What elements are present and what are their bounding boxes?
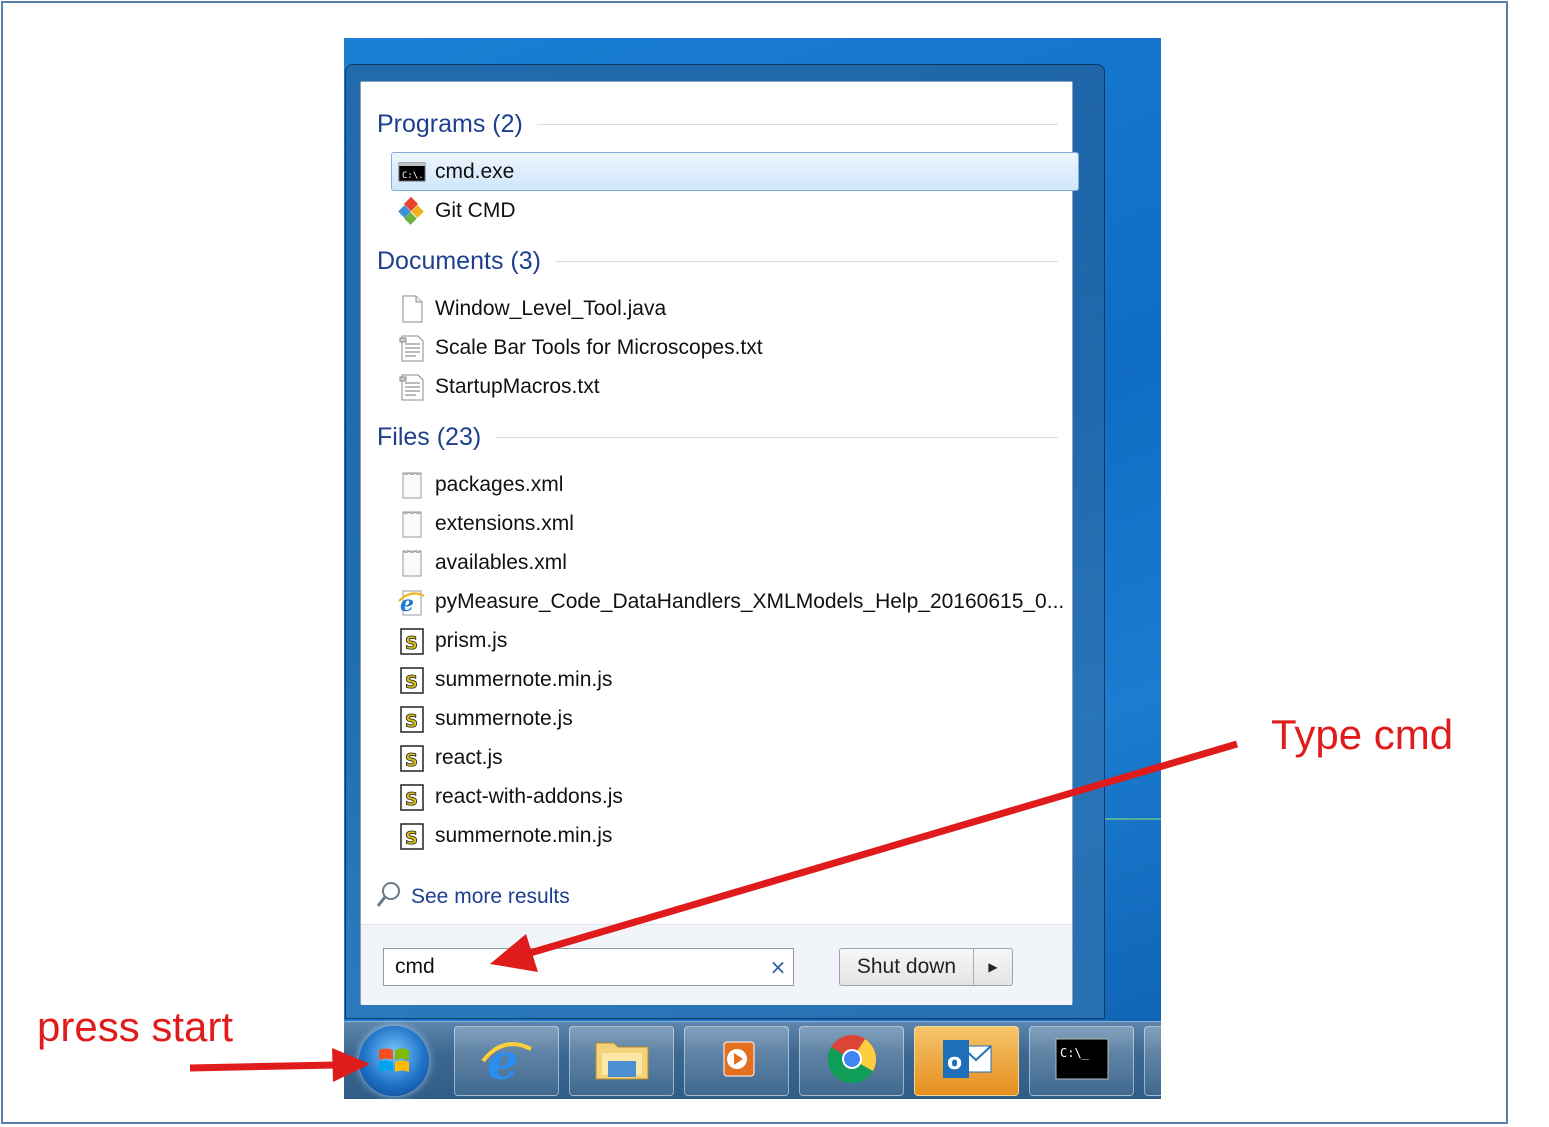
result-label: packages.xml	[435, 472, 564, 496]
result-label: prism.js	[435, 628, 508, 652]
section-programs: Programs (2)	[377, 109, 1074, 139]
result-label: summernote.min.js	[435, 823, 613, 847]
wallpaper-highlight	[1104, 818, 1161, 820]
search-value[interactable]: cmd	[395, 955, 763, 979]
file-explorer-icon	[592, 1033, 652, 1089]
search-icon	[375, 880, 403, 914]
result-item-file[interactable]: S react-with-addons.js	[392, 778, 1079, 815]
see-more-results-link[interactable]: See more results	[375, 880, 570, 914]
result-item-file[interactable]: S summernote.min.js	[392, 661, 1079, 698]
result-item-file[interactable]: packages.xml	[392, 466, 1079, 503]
svg-text:S: S	[405, 789, 418, 810]
result-item-file[interactable]: e pyMeasure_Code_DataHandlers_XMLModels_…	[392, 583, 1079, 620]
svg-text:C:\_: C:\_	[1060, 1046, 1090, 1060]
section-title: Files (23)	[377, 422, 482, 451]
svg-text:C:\.: C:\.	[402, 171, 424, 181]
script-file-icon: S	[397, 782, 427, 812]
section-documents: Documents (3)	[377, 246, 1074, 276]
result-label: Git CMD	[435, 198, 516, 222]
internet-explorer-icon: e	[397, 587, 427, 617]
result-item-document[interactable]: Scale Bar Tools for Microscopes.txt	[392, 329, 1079, 366]
svg-text:e: e	[487, 1032, 519, 1087]
annotation-press-start: press start	[37, 1003, 234, 1050]
svg-text:o: o	[947, 1050, 962, 1075]
result-label: pyMeasure_Code_DataHandlers_XMLModels_He…	[435, 589, 1065, 613]
section-files: Files (23)	[377, 422, 1074, 452]
taskbar-chrome[interactable]	[799, 1026, 904, 1096]
search-input[interactable]: cmd ×	[383, 948, 794, 986]
taskbar-internet-explorer[interactable]: e	[454, 1026, 559, 1096]
shutdown-button-group: Shut down ▶	[839, 948, 1013, 986]
clear-search-icon[interactable]: ×	[763, 955, 793, 979]
section-divider	[495, 436, 1058, 438]
script-file-icon: S	[397, 704, 427, 734]
command-prompt-icon: C:\_	[1054, 1037, 1110, 1085]
text-file-icon	[397, 372, 427, 402]
taskbar-outlook[interactable]: o	[914, 1026, 1019, 1096]
document-icon	[397, 294, 427, 324]
xml-file-icon	[397, 548, 427, 578]
result-item-cmd[interactable]: C:\. cmd.exe	[391, 152, 1079, 191]
result-label: summernote.js	[435, 706, 573, 730]
taskbar-command-prompt[interactable]: C:\_	[1029, 1026, 1134, 1096]
result-item-git-cmd[interactable]: Git CMD	[392, 192, 1079, 229]
result-label: react.js	[435, 745, 503, 769]
cmd-icon: C:\.	[397, 157, 427, 187]
media-player-icon	[712, 1034, 762, 1088]
text-file-icon	[397, 333, 427, 363]
result-item-file[interactable]: S summernote.js	[392, 700, 1079, 737]
script-file-icon: S	[397, 626, 427, 656]
svg-text:S: S	[405, 633, 418, 654]
taskbar-media-player[interactable]	[684, 1026, 789, 1096]
result-item-file[interactable]: S react.js	[392, 739, 1079, 776]
start-orb-icon[interactable]	[359, 1026, 429, 1096]
svg-text:S: S	[405, 828, 418, 849]
result-label: extensions.xml	[435, 511, 574, 535]
result-item-document[interactable]: Window_Level_Tool.java	[392, 290, 1079, 327]
svg-text:S: S	[405, 672, 418, 693]
taskbar-file-explorer[interactable]	[569, 1026, 674, 1096]
section-title: Documents (3)	[377, 246, 541, 275]
result-item-file[interactable]: extensions.xml	[392, 505, 1079, 542]
result-item-file[interactable]: S prism.js	[392, 622, 1079, 659]
result-item-file[interactable]: availables.xml	[392, 544, 1079, 581]
result-label: summernote.min.js	[435, 667, 613, 691]
script-file-icon: S	[397, 821, 427, 851]
taskbar-overflow-edge	[1144, 1026, 1161, 1096]
section-divider	[554, 260, 1058, 262]
shutdown-options-arrow-icon[interactable]: ▶	[974, 949, 1012, 985]
xml-file-icon	[397, 509, 427, 539]
result-label: react-with-addons.js	[435, 784, 623, 808]
xml-file-icon	[397, 470, 427, 500]
section-title: Programs (2)	[377, 109, 523, 138]
section-divider	[536, 123, 1058, 125]
chrome-icon	[825, 1032, 879, 1090]
script-file-icon: S	[397, 743, 427, 773]
result-label: Scale Bar Tools for Microscopes.txt	[435, 335, 763, 359]
annotation-type-cmd: Type cmd	[1271, 711, 1454, 758]
result-label: availables.xml	[435, 550, 567, 574]
result-label: Window_Level_Tool.java	[435, 296, 667, 320]
script-file-icon: S	[397, 665, 427, 695]
result-item-file[interactable]: S summernote.min.js	[392, 817, 1079, 854]
internet-explorer-icon: e	[479, 1031, 535, 1091]
shutdown-button[interactable]: Shut down	[840, 949, 974, 985]
search-results-panel: Programs (2) C:\. cmd.exe Git CMD Docume…	[360, 81, 1079, 1005]
git-icon	[397, 196, 427, 226]
svg-text:S: S	[405, 750, 418, 771]
result-label: cmd.exe	[435, 159, 515, 183]
taskbar: e o C:\_	[344, 1021, 1161, 1099]
result-item-document[interactable]: StartupMacros.txt	[392, 368, 1079, 405]
svg-text:S: S	[405, 711, 418, 732]
result-label: StartupMacros.txt	[435, 374, 600, 398]
see-more-label: See more results	[411, 885, 570, 908]
start-menu-footer: cmd × Shut down ▶	[361, 924, 1072, 1005]
start-menu: Programs (2) C:\. cmd.exe Git CMD Docume…	[345, 64, 1105, 1019]
outlook-icon: o	[939, 1034, 995, 1088]
